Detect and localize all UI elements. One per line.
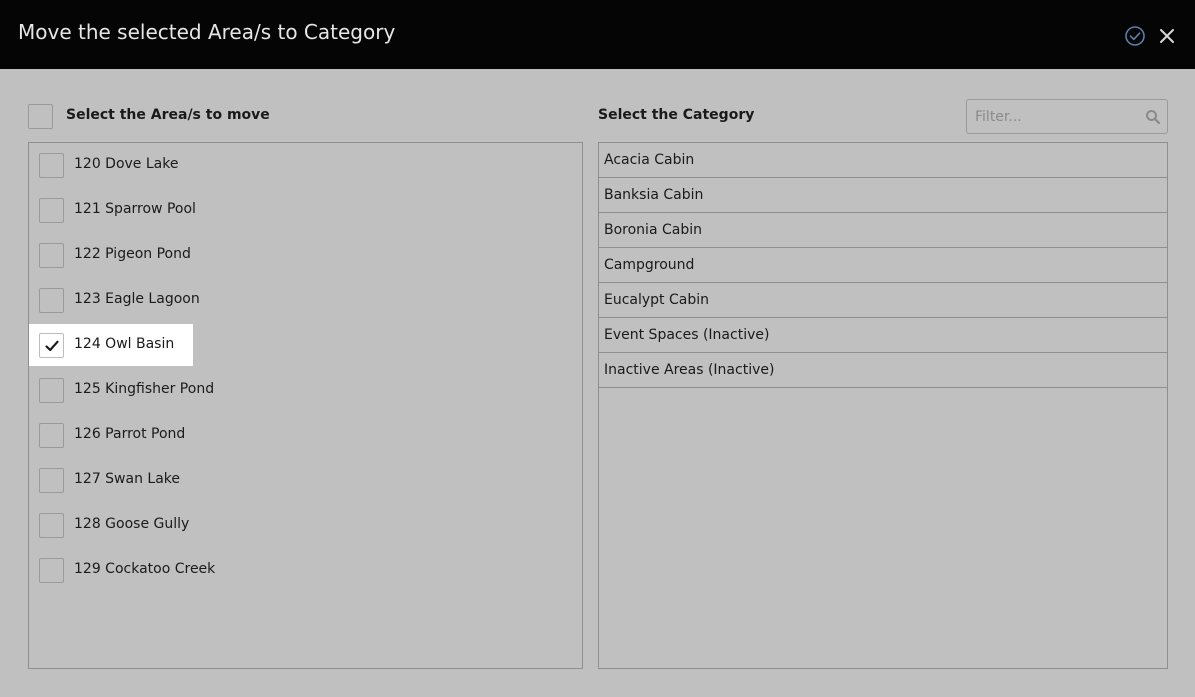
category-item[interactable]: Event Spaces (Inactive) <box>599 318 1167 353</box>
area-label: 120 Dove Lake <box>74 156 179 172</box>
category-item[interactable]: Inactive Areas (Inactive) <box>599 353 1167 388</box>
area-checkbox[interactable] <box>39 423 64 448</box>
area-label: 122 Pigeon Pond <box>74 246 191 262</box>
area-label: 129 Cockatoo Creek <box>74 561 216 577</box>
check-circle-icon <box>1125 26 1145 46</box>
area-row[interactable]: 129 Cockatoo Creek <box>29 549 215 591</box>
select-all-label: Select the Area/s to move <box>66 107 270 123</box>
select-all-checkbox[interactable] <box>28 104 53 129</box>
area-checkbox-checked[interactable] <box>39 333 64 358</box>
category-item[interactable]: Acacia Cabin <box>599 143 1167 178</box>
category-label: Banksia Cabin <box>604 187 704 203</box>
category-list[interactable]: Acacia Cabin Banksia Cabin Boronia Cabin… <box>598 142 1168 669</box>
areas-list[interactable]: 120 Dove Lake 121 Sparrow Pool 122 Pigeo… <box>28 142 583 669</box>
area-row[interactable]: 123 Eagle Lagoon <box>29 279 200 321</box>
area-label: 126 Parrot Pond <box>74 426 186 442</box>
checkmark-icon <box>45 340 59 352</box>
area-checkbox[interactable] <box>39 468 64 493</box>
area-checkbox[interactable] <box>39 198 64 223</box>
category-label: Campground <box>604 257 695 273</box>
close-button[interactable] <box>1155 24 1179 48</box>
area-checkbox[interactable] <box>39 513 64 538</box>
category-label: Inactive Areas (Inactive) <box>604 362 775 378</box>
area-row[interactable]: 127 Swan Lake <box>29 459 193 501</box>
category-filter <box>966 99 1168 134</box>
dialog-title: Move the selected Area/s to Category <box>18 20 396 44</box>
area-checkbox[interactable] <box>39 558 64 583</box>
category-heading: Select the Category <box>598 107 755 123</box>
search-icon[interactable] <box>1145 109 1161 125</box>
area-label: 128 Goose Gully <box>74 516 190 532</box>
area-label: 121 Sparrow Pool <box>74 201 196 217</box>
category-label: Acacia Cabin <box>604 152 695 168</box>
area-row[interactable]: 120 Dove Lake <box>29 144 193 186</box>
area-row[interactable]: 121 Sparrow Pool <box>29 189 196 231</box>
area-row[interactable]: 126 Parrot Pond <box>29 414 193 456</box>
category-label: Eucalypt Cabin <box>604 292 709 308</box>
area-label: 124 Owl Basin <box>74 336 175 352</box>
filter-input[interactable] <box>968 101 1138 132</box>
category-item[interactable]: Campground <box>599 248 1167 283</box>
area-checkbox[interactable] <box>39 243 64 268</box>
close-icon <box>1160 29 1174 43</box>
area-row-selected[interactable]: 124 Owl Basin <box>29 324 193 366</box>
category-item[interactable]: Boronia Cabin <box>599 213 1167 248</box>
area-label: 127 Swan Lake <box>74 471 181 487</box>
category-item[interactable]: Eucalypt Cabin <box>599 283 1167 318</box>
area-row[interactable]: 122 Pigeon Pond <box>29 234 193 276</box>
category-label: Boronia Cabin <box>604 222 702 238</box>
category-label: Event Spaces (Inactive) <box>604 327 770 343</box>
area-row[interactable]: 128 Goose Gully <box>29 504 193 546</box>
area-label: 123 Eagle Lagoon <box>74 291 200 307</box>
area-label: 125 Kingfisher Pond <box>74 381 215 397</box>
confirm-button[interactable] <box>1122 23 1148 49</box>
dialog-titlebar: Move the selected Area/s to Category <box>0 0 1195 69</box>
area-checkbox[interactable] <box>39 378 64 403</box>
area-checkbox[interactable] <box>39 288 64 313</box>
area-checkbox[interactable] <box>39 153 64 178</box>
category-item[interactable]: Banksia Cabin <box>599 178 1167 213</box>
area-row[interactable]: 125 Kingfisher Pond <box>29 369 214 411</box>
